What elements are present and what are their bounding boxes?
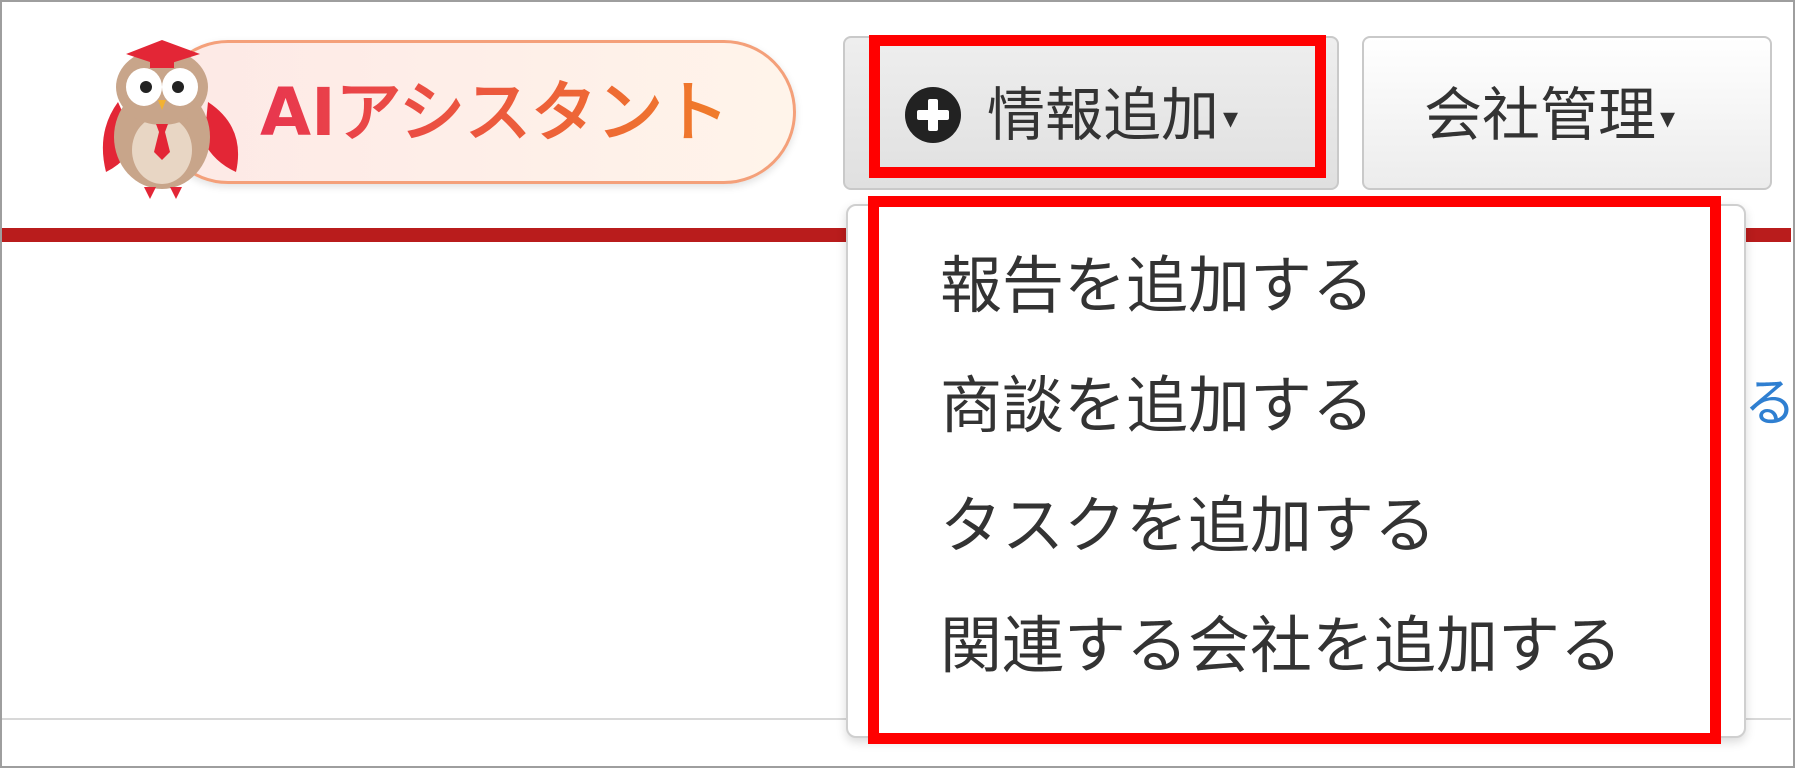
ai-assistant-label: AIアシスタント (260, 68, 729, 158)
add-info-button[interactable]: 情報追加 ▾ (843, 36, 1339, 190)
clipped-link-glyph: る (1744, 378, 1792, 430)
chevron-down-icon: ▾ (1223, 101, 1239, 136)
menu-item-add-deal[interactable]: 商談を追加する (940, 366, 1374, 446)
owl-mascot-icon (102, 40, 239, 199)
company-management-button[interactable]: 会社管理 ▾ (1362, 36, 1772, 190)
company-management-label: 会社管理 (1424, 81, 1657, 149)
add-info-label: 情報追加 (987, 81, 1220, 149)
menu-item-add-related-company[interactable]: 関連する会社を追加する (940, 606, 1622, 686)
chevron-down-icon: ▾ (1660, 101, 1676, 136)
menu-item-add-report[interactable]: 報告を追加する (940, 246, 1374, 326)
plus-circle-icon (905, 87, 961, 143)
menu-item-add-task[interactable]: タスクを追加する (940, 486, 1436, 566)
